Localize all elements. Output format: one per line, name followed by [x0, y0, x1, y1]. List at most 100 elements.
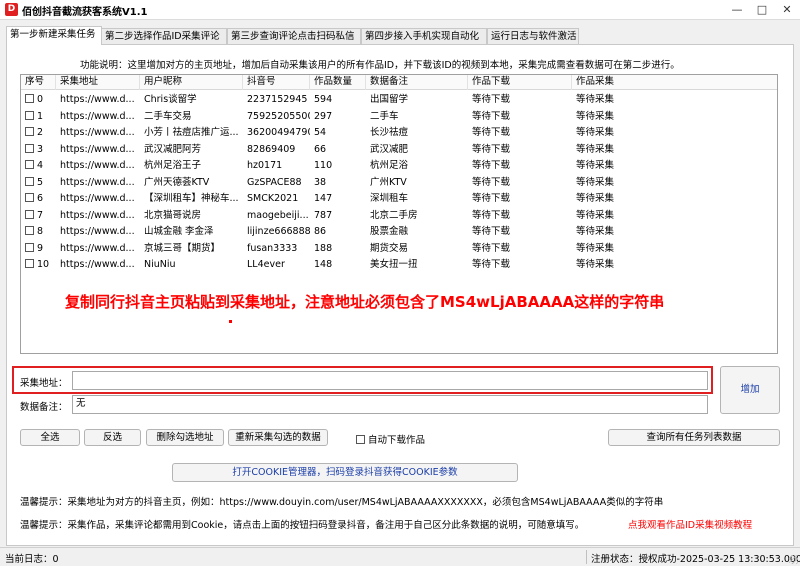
tab-step1-create-task[interactable]: 第一步新建采集任务: [6, 26, 102, 45]
row-remark: 长沙祛痘: [370, 127, 409, 138]
row-collect-status: 等待采集: [576, 94, 615, 105]
row-checkbox[interactable]: [25, 242, 34, 252]
tab-step2-collect-comments[interactable]: 第二步选择作品ID采集评论: [101, 28, 227, 44]
delete-checked-button[interactable]: 删除勾选地址: [146, 429, 224, 446]
row-download-status: 等待下载: [472, 209, 511, 221]
query-all-tasks-button[interactable]: 查询所有任务列表数据: [608, 429, 780, 446]
table-row[interactable]: 1 https://www.d... 二手车交易 75925205500 297 二手车 等…: [21, 109, 777, 126]
invert-selection-button[interactable]: 反选: [84, 429, 141, 446]
auto-download-option[interactable]: 自动下载作品: [356, 432, 425, 446]
col-header-work-count[interactable]: 作品数量: [310, 75, 366, 90]
row-index-label: 2: [37, 127, 44, 138]
row-collect-status: 等待采集: [576, 160, 615, 171]
row-nickname: 京城三哥【期货】: [144, 242, 221, 254]
recollect-checked-button[interactable]: 重新采集勾选的数据: [228, 429, 328, 446]
function-description: 功能说明：这里增加对方的主页地址，增加后自动采集该用户的所有作品ID，并下载该I…: [80, 60, 680, 71]
red-dot-marker: [229, 320, 232, 323]
address-input[interactable]: [72, 371, 708, 390]
table-row[interactable]: 5 https://www.d... 广州天德荟KTV GzSPACE88 38 广州KT…: [21, 175, 777, 192]
row-address: https://www.d...: [60, 110, 135, 122]
row-address: https://www.d...: [60, 127, 135, 138]
resize-grip-icon[interactable]: [789, 555, 798, 564]
row-collect-status: 等待采集: [576, 209, 615, 221]
table-row[interactable]: 8 https://www.d... 山城金融 李金泽 lijinze666888 86…: [21, 224, 777, 241]
row-checkbox[interactable]: [25, 209, 34, 219]
row-checkbox[interactable]: [25, 160, 34, 169]
add-button[interactable]: 增加: [720, 366, 780, 414]
row-work-count: 54: [314, 127, 327, 138]
row-download-status: 等待下载: [472, 160, 511, 171]
title-bar: D 佰创抖音截流获客系统V1.1 — □ ✕: [0, 0, 800, 20]
row-download-status: 等待下载: [472, 242, 511, 254]
tab-step4-mobile-automation[interactable]: 第四步接入手机实现自动化: [361, 28, 487, 44]
col-header-douyin-id[interactable]: 抖音号: [243, 75, 310, 90]
tab-step3-query-comments[interactable]: 第三步查询评论点击扫码私信: [227, 28, 361, 44]
table-row[interactable]: 0 https://www.d... Chris谈留学 2237152945 594 出国…: [21, 92, 777, 109]
row-work-count: 594: [314, 94, 333, 105]
task-table[interactable]: 序号 采集地址 用户昵称 抖音号 作品数量 数据备注 作品下载 作品采集 0 ht…: [20, 74, 778, 354]
maximize-icon[interactable]: □: [751, 1, 773, 18]
row-checkbox[interactable]: [25, 176, 34, 186]
row-work-count: 86: [314, 226, 327, 237]
row-checkbox[interactable]: [25, 193, 34, 202]
select-all-button[interactable]: 全选: [20, 429, 80, 446]
table-row[interactable]: 10 https://www.d... NiuNiu LL4ever 148 美女扭一扭 等…: [21, 257, 777, 274]
row-download-status: 等待下载: [472, 226, 511, 237]
row-download-status: 等待下载: [472, 143, 511, 155]
table-row[interactable]: 4 https://www.d... 杭州足浴王子 hz0171 110 杭州足浴 等待下载…: [21, 158, 777, 175]
row-download-status: 等待下载: [472, 94, 511, 105]
video-tutorial-link[interactable]: 点我观看作品ID采集视频教程: [628, 517, 752, 531]
row-index: 7: [21, 208, 56, 224]
table-row[interactable]: 7 https://www.d... 北京猫哥说房 maogebeiji... 787 北…: [21, 208, 777, 225]
row-index: 4: [21, 158, 56, 174]
row-work-count: 66: [314, 143, 327, 155]
col-header-remark[interactable]: 数据备注: [366, 75, 468, 90]
row-nickname: NiuNiu: [144, 259, 176, 270]
tab-logs-activation[interactable]: 运行日志与软件激活: [487, 28, 579, 44]
table-row[interactable]: 6 https://www.d... 【深圳租车】神秘车... SMCK2021 147…: [21, 191, 777, 208]
table-row[interactable]: 3 https://www.d... 武汉减肥阿芳 82869409 66 武汉减肥 等待下…: [21, 142, 777, 159]
row-address: https://www.d...: [60, 226, 135, 237]
row-download-status: 等待下载: [472, 193, 511, 204]
open-cookie-manager-button[interactable]: 打开COOKIE管理器，扫码登录抖音获得COOKIE参数: [172, 463, 518, 482]
row-douyin-id: GzSPACE88: [247, 176, 302, 188]
col-header-download[interactable]: 作品下载: [468, 75, 572, 90]
table-row[interactable]: 2 https://www.d... 小芳丨祛痘店推广运... 36200494790…: [21, 125, 777, 142]
row-checkbox[interactable]: [25, 127, 34, 136]
row-nickname: 广州天德荟KTV: [144, 176, 210, 188]
row-index-label: 5: [37, 176, 44, 188]
row-checkbox[interactable]: [25, 226, 34, 235]
row-douyin-id: LL4ever: [247, 259, 285, 270]
row-nickname: 杭州足浴王子: [144, 160, 202, 171]
col-header-address[interactable]: 采集地址: [56, 75, 140, 90]
row-checkbox[interactable]: [25, 259, 34, 268]
table-row[interactable]: 9 https://www.d... 京城三哥【期货】 fusan3333 188 期货交…: [21, 241, 777, 258]
row-index-label: 0: [37, 94, 44, 105]
row-nickname: 小芳丨祛痘店推广运...: [144, 127, 239, 138]
row-remark: 北京二手房: [370, 209, 418, 221]
row-checkbox[interactable]: [25, 110, 34, 120]
row-index-label: 7: [37, 209, 44, 221]
row-checkbox[interactable]: [25, 94, 34, 103]
row-douyin-id: 36200494790: [247, 127, 310, 138]
row-index: 9: [21, 241, 56, 257]
status-bar: 当前日志：0 注册状态：授权成功-2025-03-25 13:30:53.000: [0, 547, 800, 566]
row-work-count: 147: [314, 193, 333, 204]
row-collect-status: 等待采集: [576, 127, 615, 138]
address-label: 采集地址：: [20, 378, 68, 389]
col-header-index[interactable]: 序号: [21, 75, 56, 90]
row-address: https://www.d...: [60, 94, 135, 105]
row-work-count: 148: [314, 259, 333, 270]
row-remark: 期货交易: [370, 242, 409, 254]
minimize-icon[interactable]: —: [726, 1, 748, 18]
col-header-collect[interactable]: 作品采集: [572, 75, 777, 90]
row-download-status: 等待下载: [472, 110, 511, 122]
row-download-status: 等待下载: [472, 176, 511, 188]
col-header-nickname[interactable]: 用户昵称: [140, 75, 243, 90]
row-work-count: 188: [314, 242, 333, 254]
auto-download-checkbox[interactable]: [356, 435, 365, 444]
row-checkbox[interactable]: [25, 143, 34, 153]
row-remark: 杭州足浴: [370, 160, 409, 171]
close-icon[interactable]: ✕: [776, 1, 798, 18]
remark-input[interactable]: 无: [72, 395, 708, 414]
